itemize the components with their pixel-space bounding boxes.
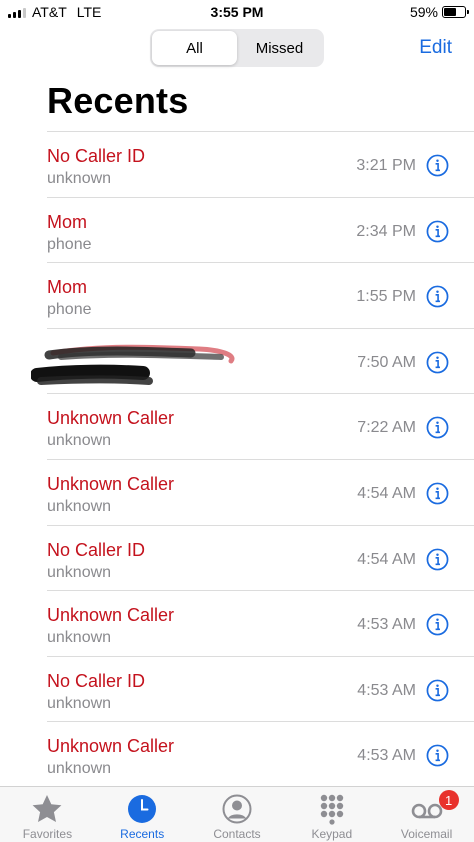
tab-label: Favorites — [22, 827, 73, 841]
caller-name: Unknown Caller — [47, 605, 175, 626]
keypad-icon — [320, 794, 343, 825]
info-icon[interactable] — [426, 351, 449, 374]
battery-icon — [442, 6, 469, 18]
caller-name: Mom — [47, 211, 87, 232]
info-icon[interactable] — [426, 285, 449, 308]
clock-icon — [128, 795, 157, 823]
tab-label: Recents — [120, 827, 165, 841]
tab-label: Voicemail — [400, 827, 453, 841]
tab-label: Contacts — [213, 827, 261, 841]
call-row[interactable]: No Caller ID unknown 4:54 AM — [47, 526, 474, 592]
voicemail-badge: 1 — [438, 790, 459, 810]
recents-list: No Caller ID unknown 3:21 PM Mom phone 2… — [31, 131, 474, 788]
call-row[interactable]: Unknown Caller unknown 4:54 AM — [47, 460, 474, 526]
caller-name: No Caller ID — [47, 670, 146, 691]
segment-all[interactable]: All — [152, 31, 237, 65]
caller-name: Unknown Caller — [47, 736, 175, 757]
caller-name: Mom — [47, 277, 87, 298]
call-row[interactable]: Mom phone 1:55 PM — [47, 263, 474, 329]
caller-name: No Caller ID — [47, 146, 146, 166]
star-icon — [32, 795, 62, 822]
call-row[interactable]: 7:50 AM — [31, 329, 474, 395]
info-icon[interactable] — [426, 744, 449, 767]
status-bar: AT&T LTE 3:55 PM 59% — [0, 0, 474, 26]
call-row[interactable]: No Caller ID unknown 4:53 AM — [47, 657, 474, 723]
call-type: unknown — [47, 497, 112, 515]
call-type: phone — [47, 235, 92, 253]
info-icon[interactable] — [426, 679, 449, 702]
page-title: Recents — [47, 80, 189, 121]
caller-name: Unknown Caller — [47, 408, 175, 429]
call-type: unknown — [47, 760, 112, 778]
call-time: 2:34 PM — [356, 222, 416, 240]
caller-name: Unknown Caller — [47, 473, 175, 494]
call-type: unknown — [47, 694, 112, 712]
call-time: 4:54 AM — [357, 550, 416, 568]
call-time: 3:21 PM — [356, 157, 416, 174]
tab-contacts[interactable]: Contacts — [190, 787, 285, 842]
call-row[interactable]: Unknown Caller unknown 7:22 AM — [47, 394, 474, 460]
calls-filter-segmented-control: All Missed — [150, 29, 324, 67]
call-time: 4:53 AM — [357, 616, 416, 634]
tab-voicemail[interactable]: 1 Voicemail — [379, 787, 474, 842]
info-icon[interactable] — [426, 154, 449, 177]
info-icon[interactable] — [426, 416, 449, 439]
call-type: unknown — [47, 629, 112, 647]
call-row[interactable]: Mom phone 2:34 PM — [47, 198, 474, 264]
status-time: 3:55 PM — [210, 4, 264, 20]
person-circle-icon — [222, 794, 252, 824]
call-time: 4:53 AM — [357, 747, 416, 765]
info-icon[interactable] — [426, 548, 449, 571]
tab-favorites[interactable]: Favorites — [0, 787, 95, 842]
redacted-caller-scribble — [31, 344, 235, 385]
call-time: 7:22 AM — [357, 419, 416, 437]
call-row[interactable]: Unknown Caller unknown 4:53 AM — [47, 722, 474, 788]
battery-percent: 59% — [409, 4, 438, 20]
battery-fill — [444, 8, 456, 16]
tab-label: Keypad — [311, 827, 353, 841]
tab-keypad[interactable]: Keypad — [284, 787, 379, 842]
call-time: 4:53 AM — [357, 681, 416, 699]
call-type: unknown — [47, 563, 112, 581]
call-type: unknown — [47, 432, 112, 450]
segment-missed[interactable]: Missed — [237, 31, 322, 65]
tab-recents[interactable]: Recents — [95, 787, 190, 842]
call-type: phone — [47, 301, 92, 319]
call-time: 1:55 PM — [356, 288, 416, 306]
status-right: 59% — [409, 4, 469, 20]
info-icon[interactable] — [426, 482, 449, 505]
info-icon[interactable] — [426, 613, 449, 636]
tab-bar: Favorites Recents Contacts Keypad 1 Voic… — [0, 786, 474, 842]
call-row[interactable]: No Caller ID unknown 3:21 PM — [47, 132, 474, 198]
call-time: 7:50 AM — [357, 353, 416, 371]
call-time: 4:54 AM — [357, 484, 416, 502]
call-type: unknown — [47, 170, 112, 187]
caller-name: No Caller ID — [47, 539, 146, 560]
edit-button[interactable]: Edit — [419, 37, 452, 59]
info-icon[interactable] — [426, 220, 449, 243]
call-row[interactable]: Unknown Caller unknown 4:53 AM — [47, 591, 474, 657]
